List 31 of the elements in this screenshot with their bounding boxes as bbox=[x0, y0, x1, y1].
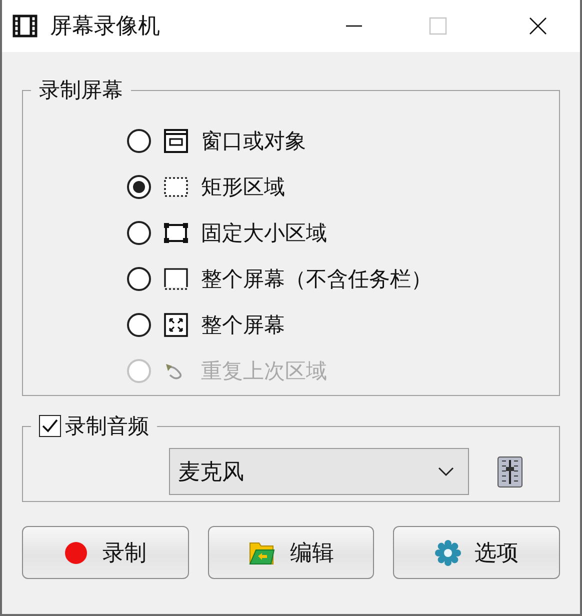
checkbox-label: 录制音频 bbox=[65, 413, 149, 440]
radio-label: 窗口或对象 bbox=[201, 128, 306, 155]
radio-label: 整个屏幕 bbox=[201, 312, 285, 339]
mixer-icon[interactable] bbox=[497, 456, 523, 488]
options-button[interactable]: 选项 bbox=[393, 526, 560, 579]
record-icon bbox=[64, 540, 88, 564]
close-icon bbox=[528, 16, 548, 36]
maximize-icon bbox=[428, 16, 448, 36]
radio-button[interactable] bbox=[127, 313, 151, 337]
edit-button[interactable]: 编辑 bbox=[208, 526, 374, 579]
record-button[interactable]: 录制 bbox=[22, 526, 189, 579]
folder-icon bbox=[248, 540, 276, 566]
radio-label: 矩形区域 bbox=[201, 174, 285, 201]
radio-label: 整个屏幕（不含任务栏） bbox=[201, 266, 432, 293]
window-icon bbox=[163, 128, 189, 154]
radio-label: 固定大小区域 bbox=[201, 220, 327, 247]
window-title: 屏幕录像机 bbox=[50, 13, 161, 41]
checkbox[interactable] bbox=[39, 415, 61, 437]
device-dropdown[interactable]: 麦克风 bbox=[169, 448, 469, 495]
chevron-down-icon bbox=[438, 466, 454, 476]
radio-button[interactable] bbox=[127, 221, 151, 245]
radio-label: 重复上次区域 bbox=[201, 358, 327, 385]
film-icon bbox=[12, 13, 38, 39]
screen-icon bbox=[163, 266, 189, 292]
minimize-icon bbox=[346, 25, 362, 27]
group-title: 录制屏幕 bbox=[38, 77, 124, 104]
radio-button[interactable] bbox=[127, 129, 151, 153]
fullscreen-icon bbox=[163, 312, 189, 338]
radio-button[interactable] bbox=[127, 175, 151, 199]
radio-button[interactable] bbox=[127, 267, 151, 291]
gear-icon bbox=[434, 540, 461, 566]
